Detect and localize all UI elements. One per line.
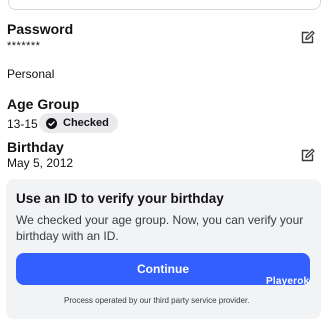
- pencil-edit-icon: [301, 30, 315, 44]
- edit-birthday-button[interactable]: [300, 147, 316, 163]
- pencil-edit-icon: [301, 148, 315, 162]
- verify-card-title: Use an ID to verify your birthday: [16, 191, 224, 206]
- checked-badge: Checked: [39, 113, 118, 133]
- check-circle-icon: [46, 117, 57, 129]
- edit-password-button[interactable]: [300, 29, 316, 45]
- password-label: Password: [7, 21, 74, 37]
- verify-card-text: We checked your age group. Now, you can …: [16, 213, 304, 243]
- birthday-value: May 5, 2012: [7, 156, 74, 170]
- password-value: *******: [7, 40, 41, 52]
- provider-footnote: Process operated by our third party serv…: [64, 296, 250, 305]
- personal-text: Personal: [7, 67, 55, 81]
- checked-badge-label: Checked: [63, 117, 109, 129]
- watermark: Playerok: [266, 276, 310, 287]
- input-field-top[interactable]: [8, 0, 321, 10]
- birthday-label: Birthday: [7, 139, 64, 155]
- age-group-label: Age Group: [7, 96, 80, 112]
- age-group-value: 13-15: [7, 117, 38, 131]
